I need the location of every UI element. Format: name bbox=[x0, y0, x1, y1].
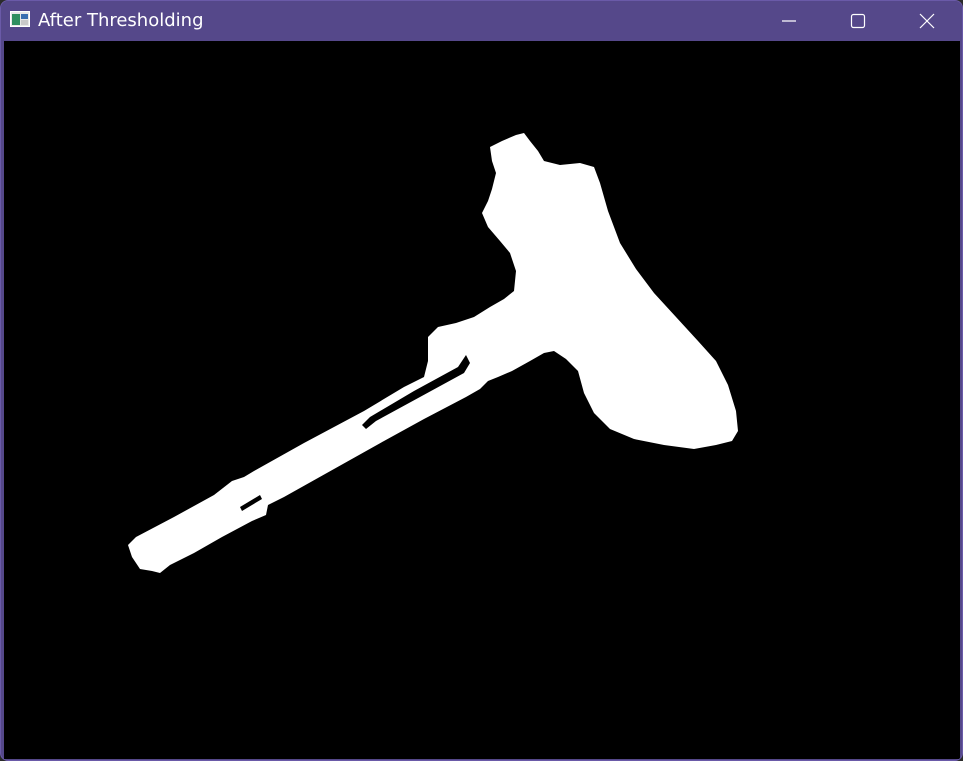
maximize-button[interactable] bbox=[823, 1, 893, 41]
window-title: After Thresholding bbox=[38, 10, 204, 31]
app-window: After Thresholding bbox=[0, 0, 963, 761]
opencv-window-icon bbox=[10, 11, 30, 27]
minimize-button[interactable] bbox=[754, 1, 824, 41]
threshold-image-canvas bbox=[4, 41, 960, 759]
close-button[interactable] bbox=[892, 1, 962, 41]
minimize-icon bbox=[781, 13, 797, 29]
binary-image bbox=[4, 41, 960, 759]
title-bar[interactable]: After Thresholding bbox=[1, 1, 962, 41]
close-icon bbox=[919, 13, 935, 29]
maximize-icon bbox=[850, 13, 866, 29]
